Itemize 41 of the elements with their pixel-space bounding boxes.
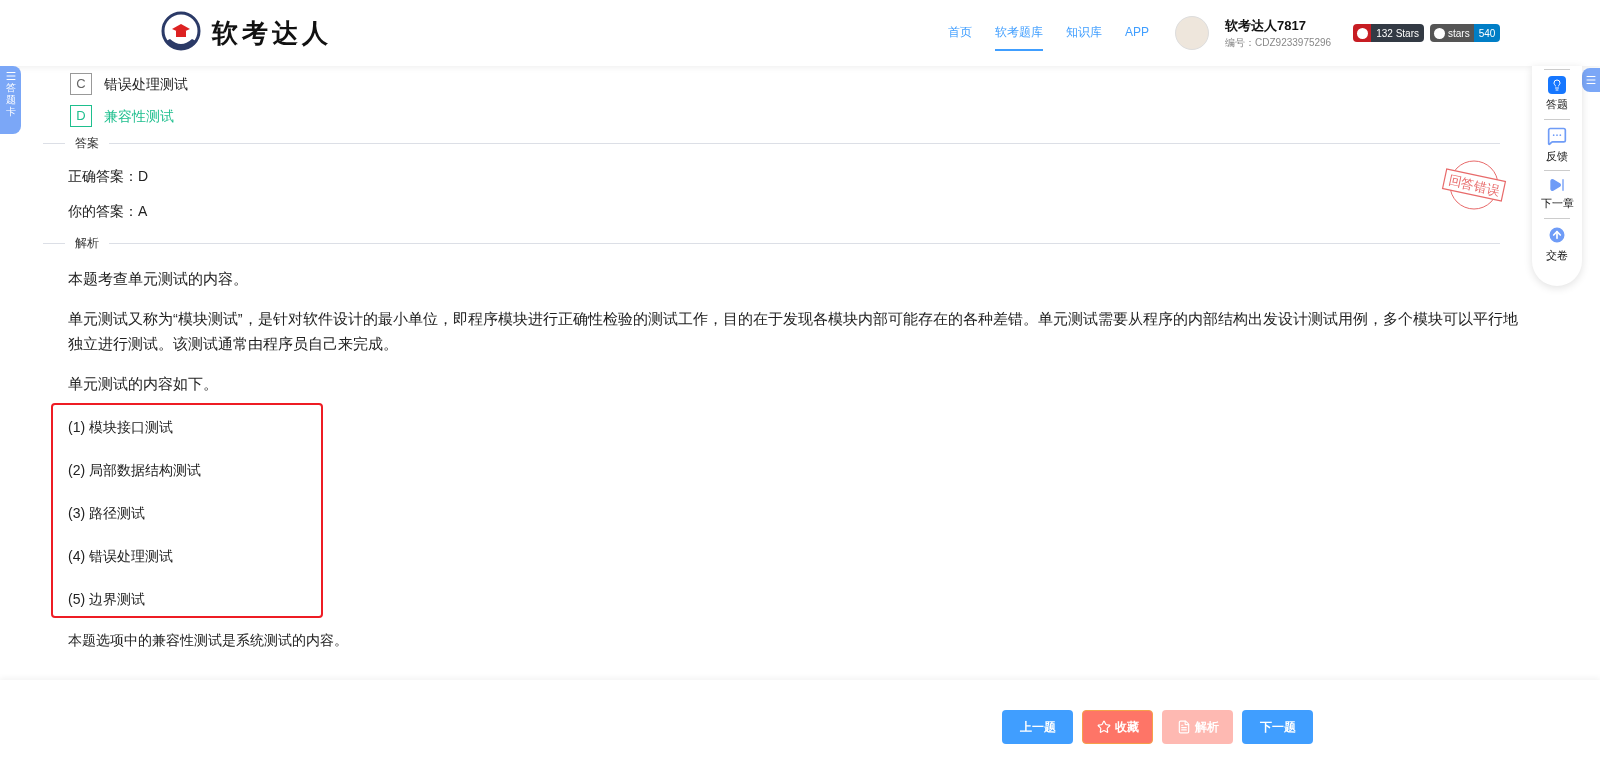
analysis-paragraph: 单元测试的内容如下。 xyxy=(68,375,219,394)
menu-tab[interactable] xyxy=(1582,68,1600,92)
list-item: (3) 路径测试 xyxy=(68,504,146,523)
analysis-paragraph: 本题选项中的兼容性测试是系统测试的内容。 xyxy=(68,631,349,650)
list-item: (1) 模块接口测试 xyxy=(68,418,174,437)
footer-button[interactable]: 收藏 xyxy=(1082,709,1153,744)
option-text: 兼容性测试 xyxy=(104,106,174,126)
chat-icon xyxy=(1547,125,1567,146)
answer-card-tab[interactable]: 答题卡 xyxy=(0,66,21,134)
option-text: 错误处理测试 xyxy=(104,74,188,94)
user-name: 软考达人7817 xyxy=(1225,16,1307,35)
avatar[interactable] xyxy=(1175,16,1209,50)
side-panel-button[interactable]: 反馈 xyxy=(1546,119,1568,170)
correct-answer: 正确答案：D xyxy=(68,167,149,186)
nav-link[interactable]: 首页 xyxy=(948,15,972,51)
section-title: 答案 xyxy=(74,135,100,152)
list-item: (2) 局部数据结构测试 xyxy=(68,461,202,480)
option-letter[interactable]: C xyxy=(70,73,92,95)
list-item: (4) 错误处理测试 xyxy=(68,547,174,566)
nav-link[interactable]: 软考题库 xyxy=(995,15,1043,51)
your-answer: 你的答案：A xyxy=(68,202,148,221)
document-icon xyxy=(1176,719,1191,734)
logo-text: 软考达人 xyxy=(212,16,332,50)
star-icon xyxy=(1096,719,1111,734)
footer-button[interactable]: 上一题 xyxy=(1002,709,1073,744)
section-title: 解析 xyxy=(74,235,100,252)
nav-link[interactable]: 知识库 xyxy=(1066,15,1102,51)
analysis-paragraph: 本题考查单元测试的内容。 xyxy=(68,270,249,289)
option-letter[interactable]: D xyxy=(70,105,92,127)
user-id: 编号：CDZ9233975296 xyxy=(1225,36,1332,51)
side-panel-button[interactable]: 下一章 xyxy=(1540,171,1574,218)
menu-icon xyxy=(4,70,17,82)
menu-icon xyxy=(1585,74,1597,86)
analysis-paragraph: 单元测试又称为“模块测试”，是针对软件设计的最小单位，即程序模块进行正确性检验的测试工作，目的在于发现各模块内部可能存在的各种差错。单元测试需要从程序的内部结构出发设计测试用例，多个模块可以平行地独立进行测试。该测试通常由程序员自己来完成。 xyxy=(68,310,1519,354)
nav-link[interactable]: APP xyxy=(1125,15,1149,51)
footer-button[interactable]: 下一题 xyxy=(1242,709,1313,744)
skip-forward-icon xyxy=(1549,177,1565,193)
side-panel-button[interactable]: 答题 xyxy=(1546,70,1568,119)
bulb-icon xyxy=(1548,76,1566,94)
side-panel-button[interactable]: 交卷 xyxy=(1546,218,1568,269)
list-item: (5) 边界测试 xyxy=(68,590,146,609)
